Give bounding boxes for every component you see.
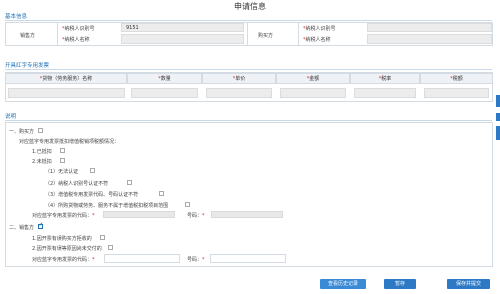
column-header-amount: *金额	[276, 73, 350, 84]
basic-info-section-label: 基本信息	[5, 14, 28, 20]
reason3-checkbox[interactable]	[159, 191, 164, 196]
reason4-checkbox[interactable]	[185, 202, 190, 207]
reason1-label: （1）无法认证	[45, 169, 79, 175]
seller-reason1-label: 1.因开票有误购买方拒收的	[32, 236, 92, 242]
not-deducted-label: 2.未抵扣	[32, 159, 52, 165]
view-history-button[interactable]: 查看历史记录	[320, 279, 366, 289]
buyer-taxpayer-name-label: *纳税人名称	[303, 37, 331, 43]
buyer-taxpayer-id-label: *纳税人识别号	[303, 26, 336, 32]
buyer-code-input[interactable]	[103, 211, 175, 218]
deducted-checkbox[interactable]	[60, 148, 65, 153]
save-draft-button[interactable]: 暂存	[384, 279, 416, 289]
buyer-taxpayer-name-field[interactable]	[367, 34, 492, 44]
save-and-submit-button[interactable]: 保存并提交	[447, 279, 490, 289]
seller-taxpayer-name-label: *纳税人名称	[62, 37, 90, 43]
seller-heading: 二、销售方	[9, 225, 35, 231]
seller-reason2-checkbox[interactable]	[108, 245, 113, 250]
seller-label: 销售方	[20, 33, 36, 39]
tax-amount-input[interactable]	[424, 88, 489, 98]
column-header-tax-amount: *税额	[420, 73, 493, 84]
divider	[57, 22, 58, 46]
buyer-number-input[interactable]	[211, 211, 283, 218]
reason3-label: （3）增值税专用发票代码、号码认证不符	[45, 192, 139, 198]
buyer-taxpayer-id-field[interactable]	[367, 23, 492, 32]
amount-input[interactable]	[280, 88, 346, 98]
reason2-label: （2）纳税人识别号认证不符	[45, 181, 109, 187]
buyer-deduction-question: 对应蓝字专用发票抵扣增值税销项税额情况：	[19, 139, 120, 145]
seller-number-input[interactable]	[210, 254, 286, 263]
seller-taxpayer-id-field[interactable]: 9151	[121, 23, 244, 32]
quantity-input[interactable]	[131, 88, 198, 98]
notes-divider	[5, 120, 492, 121]
column-header-unit-price: *单价	[202, 73, 276, 84]
seller-checkbox[interactable]	[38, 222, 43, 229]
column-header-quantity: *数量	[127, 73, 202, 84]
not-deducted-checkbox[interactable]	[60, 158, 65, 163]
reason4-label: （4）所购货物或劳务、服务不属于增值税扣税项目范围	[45, 203, 169, 209]
tax-rate-input[interactable]	[354, 88, 416, 98]
notes-section-label: 说明	[5, 114, 17, 120]
buyer-label: 购买方	[258, 33, 274, 39]
seller-reason2-label: 2.因开票有误等原因尚未交付的	[32, 246, 102, 252]
reason2-checkbox[interactable]	[127, 180, 132, 185]
seller-code-input[interactable]	[104, 254, 180, 263]
buyer-checkbox[interactable]	[38, 128, 43, 133]
unit-price-input[interactable]	[206, 88, 272, 98]
invoice-divider	[5, 69, 492, 70]
side-tab[interactable]	[496, 95, 500, 107]
divider	[298, 22, 299, 46]
reason1-checkbox[interactable]	[90, 168, 95, 173]
buyer-heading: 一、购买方	[9, 129, 35, 135]
seller-code-label: 对应蓝字专用发票的代码：*	[32, 257, 95, 263]
seller-reason1-checkbox[interactable]	[100, 235, 105, 240]
deducted-label: 1.已抵扣	[32, 149, 52, 155]
basic-info-divider	[5, 20, 492, 21]
buyer-code-label: 对应蓝字专用发票的代码：*	[32, 213, 95, 219]
seller-number-label: 号码：*	[187, 257, 205, 263]
seller-taxpayer-id-label: *纳税人识别号	[62, 26, 95, 32]
column-header-goods: *货物（劳务服务）名称	[5, 73, 127, 84]
invoice-section-label: 开具红字专用发票	[5, 63, 50, 69]
side-tab[interactable]	[496, 126, 500, 140]
column-header-tax-rate: *税率	[350, 73, 420, 84]
side-tab[interactable]	[496, 113, 500, 121]
seller-taxpayer-name-field[interactable]	[121, 34, 244, 44]
goods-name-input[interactable]	[8, 88, 125, 98]
divider	[247, 22, 248, 46]
buyer-number-label: 号码：*	[187, 213, 205, 219]
page-title: 申请信息	[234, 2, 266, 11]
